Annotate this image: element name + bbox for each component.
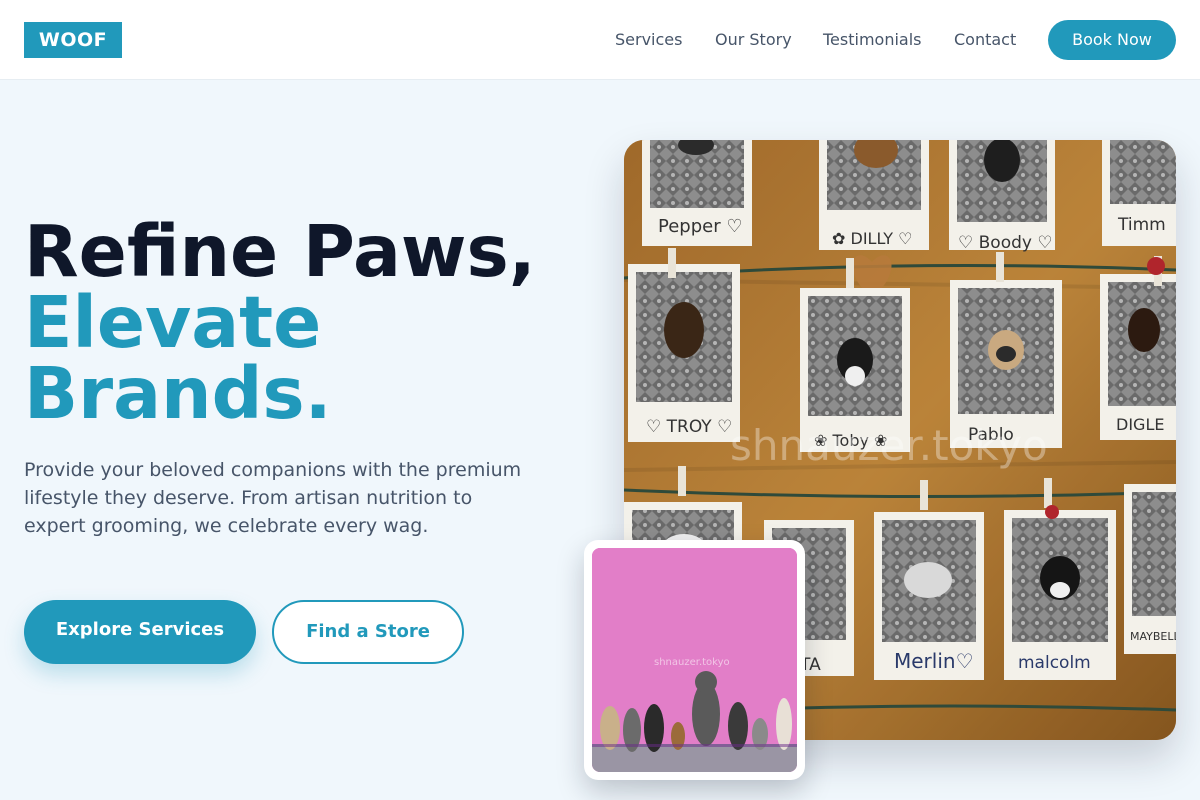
nav-link-services[interactable]: Services xyxy=(615,0,682,80)
nav-link-contact[interactable]: Contact xyxy=(954,0,1016,80)
nav-link-testimonials[interactable]: Testimonials xyxy=(823,0,922,80)
main-photo-watermark: shnauzer.tokyo xyxy=(730,421,1048,470)
inset-photo-dogs-pink-wall: shnauzer.tokyo xyxy=(592,548,797,772)
polaroid-label-malcolm: malcolm xyxy=(1018,653,1091,673)
polaroid-label-maybelle: MAYBELLE A xyxy=(1130,630,1176,643)
polaroid-label-troy: ♡ TROY ♡ xyxy=(646,417,732,437)
logo[interactable]: WOOF xyxy=(24,22,122,58)
polaroid-pepper: Pepper ♡ xyxy=(642,140,752,246)
headline-line-1: Refine Paws, xyxy=(24,210,536,293)
polaroid-label-merlin: Merlin♡ xyxy=(894,649,974,673)
polaroid-label-pepper: Pepper ♡ xyxy=(658,216,742,237)
hero-description: Provide your beloved companions with the… xyxy=(24,459,522,537)
inset-watermark: shnauzer.tokyo xyxy=(654,657,730,668)
headline-line-3: Brands. xyxy=(24,352,332,435)
explore-services-button[interactable]: Explore Services xyxy=(24,600,256,664)
polaroid-label-dilly: ✿ DILLY ♡ xyxy=(832,229,912,248)
inset-photo-card: shnauzer.tokyo xyxy=(584,540,805,780)
polaroid-label-timm: Timm xyxy=(1117,215,1166,235)
nav-link-our-story[interactable]: Our Story xyxy=(715,0,792,80)
headline-line-2: Elevate xyxy=(24,281,322,364)
hero-headline: Refine Paws, Elevate Brands. xyxy=(24,216,584,429)
polaroid-label-digle: DIGLE xyxy=(1116,415,1164,434)
find-store-button[interactable]: Find a Store xyxy=(272,600,464,664)
polaroid-label-boody: ♡ Boody ♡ xyxy=(958,233,1053,253)
top-navigation-bar: WOOF Services Our Story Testimonials Con… xyxy=(0,0,1200,80)
book-now-button[interactable]: Book Now xyxy=(1048,20,1176,60)
